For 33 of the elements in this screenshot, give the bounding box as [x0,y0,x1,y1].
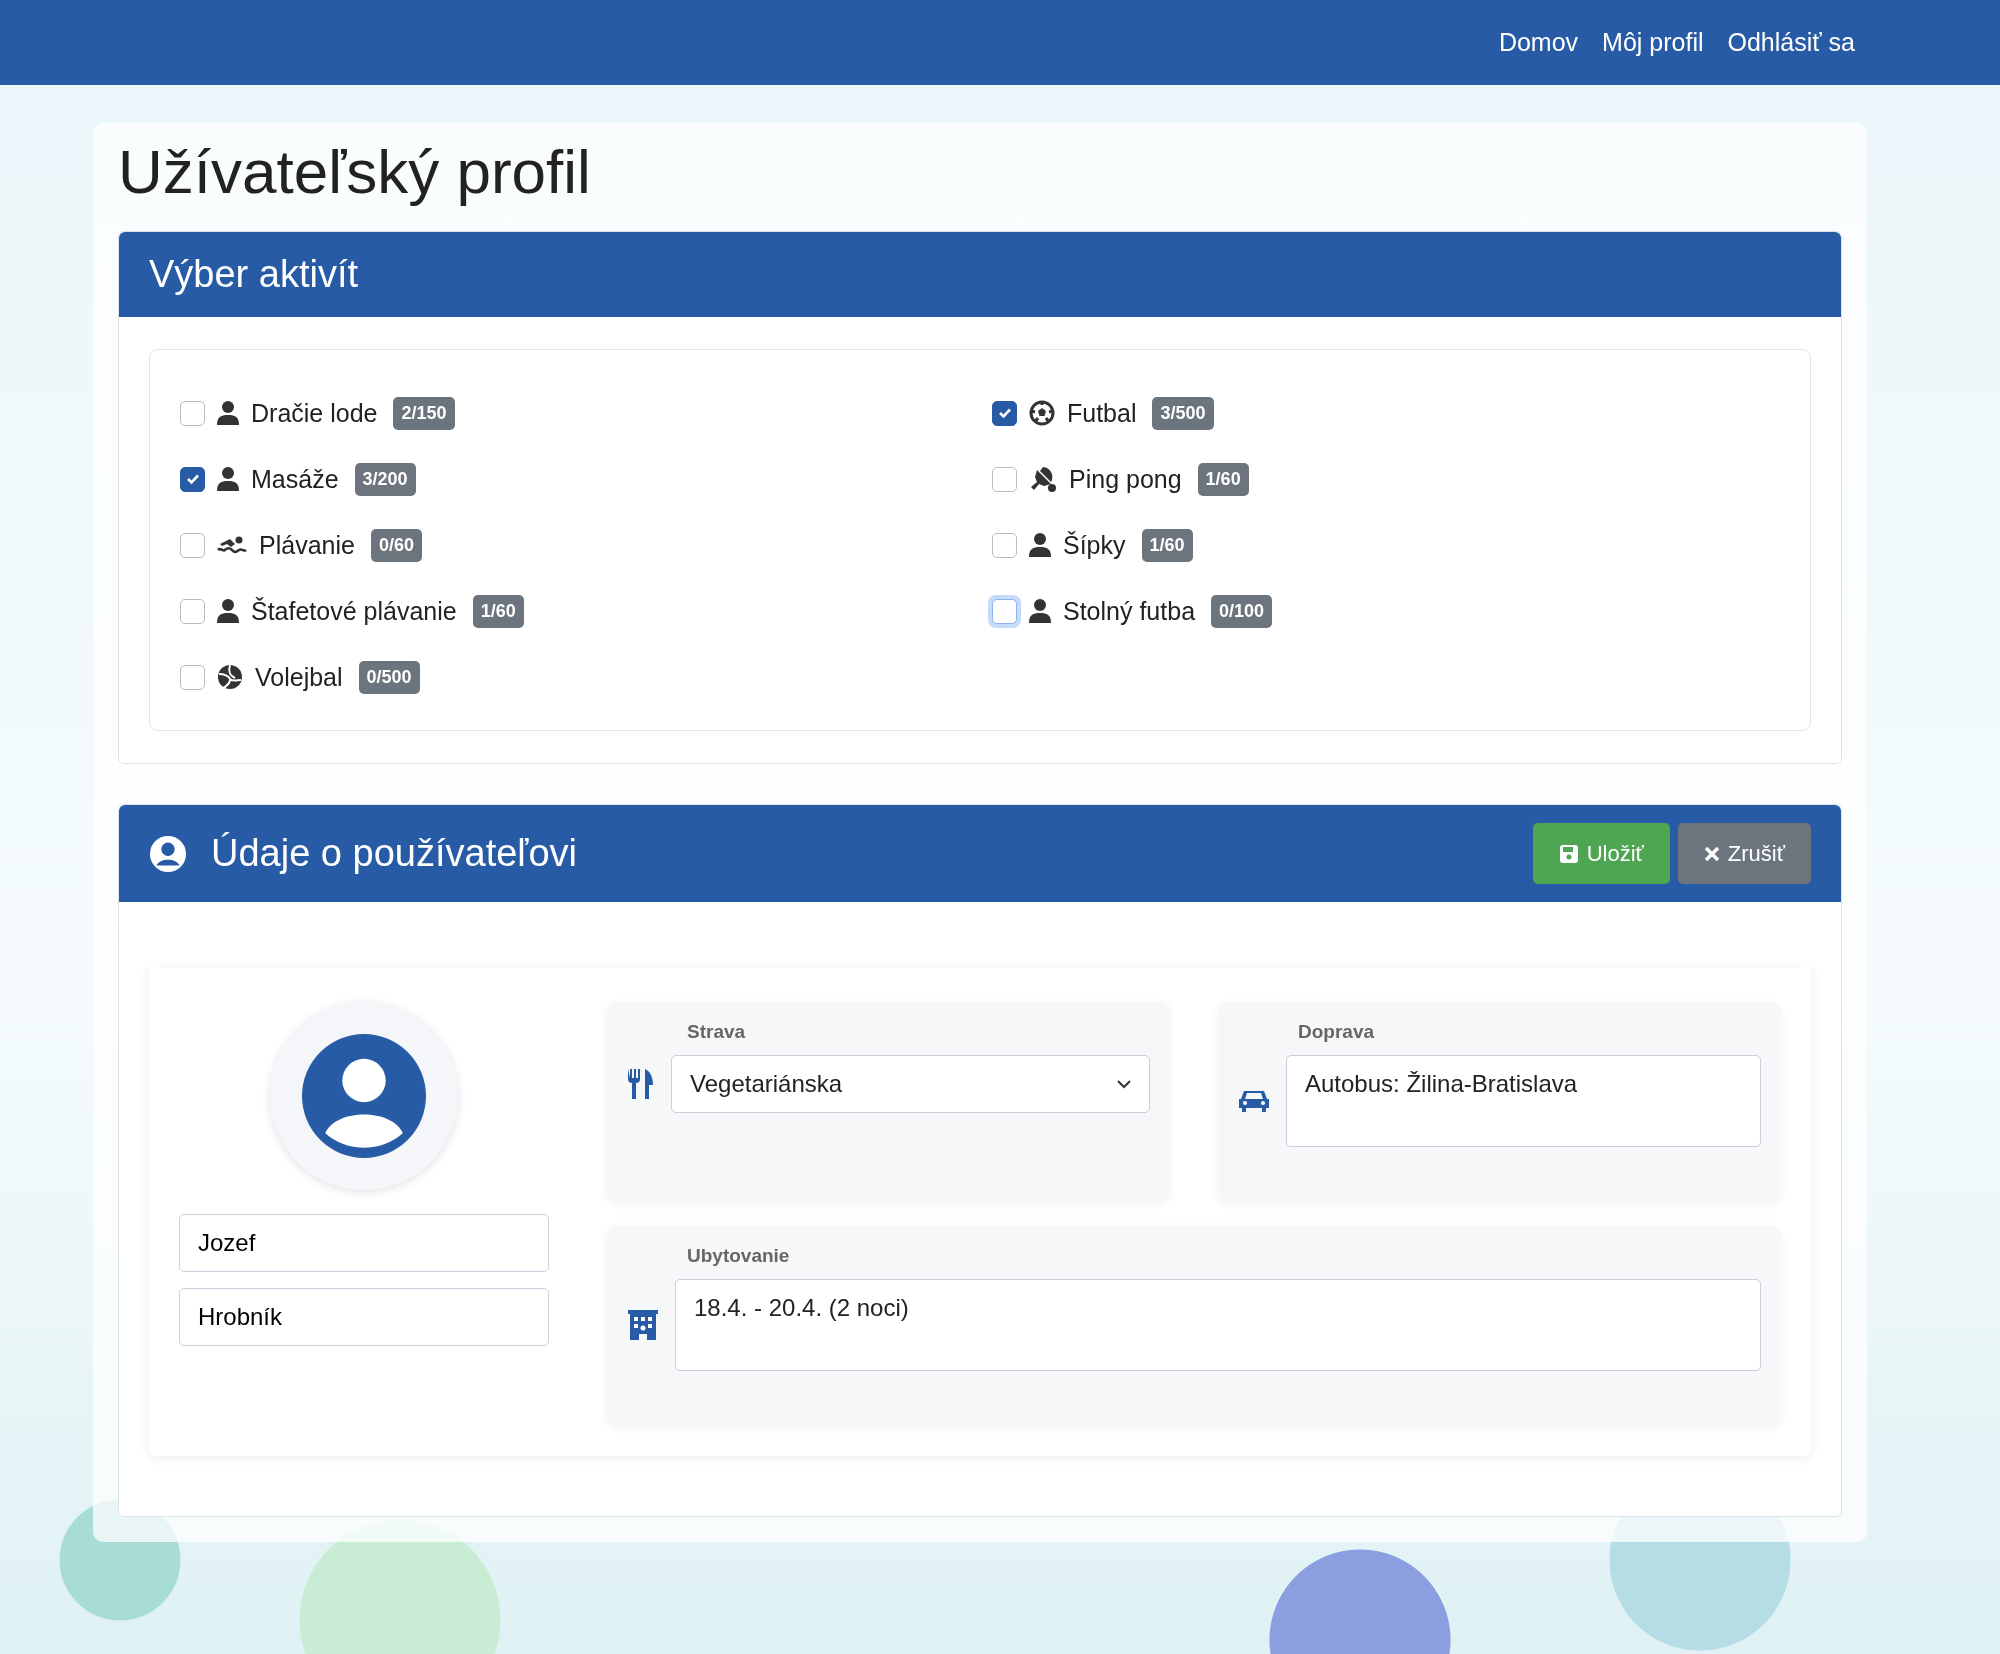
section-header: Výber aktivít [119,232,1841,318]
activity-label: Stolný futba [1063,595,1196,627]
activity-label: Štafetové plávanie [251,595,457,627]
transport-textarea[interactable]: Autobus: Žilina-Bratislava [1286,1054,1761,1147]
activity-label: Masáže [251,463,339,495]
capacity-count: 3/500 [1152,396,1214,430]
capacity-count: 1/60 [1197,462,1249,496]
field-label: Ubytovanie [687,1244,791,1269]
first-name-field[interactable]: Jozef [179,1214,549,1273]
capacity-count: 0/500 [358,660,420,694]
page-title: Užívateľský profil [118,136,592,208]
activity-label: Šípky [1063,529,1126,561]
capacity-count: 3/200 [354,462,416,496]
diet-select[interactable]: Vegetariánska [671,1054,1150,1113]
capacity-count: 1/60 [472,594,524,628]
capacity-count: 1/60 [1141,528,1193,562]
capacity-count: 0/100 [1211,594,1273,628]
last-name-field[interactable]: Hrobník [179,1288,549,1347]
activity-label: Dračie lode [251,397,378,429]
capacity-count: 2/150 [393,396,455,430]
activity-label: Plávanie [259,529,355,561]
activity-label: Futbal [1067,397,1137,429]
activity-label: Ping pong [1069,463,1182,495]
nav-link[interactable]: Môj profil [1602,23,1704,62]
field-label: Strava [687,1020,747,1045]
nav-link[interactable]: Domov [1498,23,1579,62]
nav-link[interactable]: Odhlásiť sa [1727,23,1855,62]
capacity-count: 0/60 [370,528,422,562]
field-label: Doprava [1298,1020,1376,1045]
activity-label: Volejbal [255,661,343,693]
section-title: Údaje o používateľovi [211,831,577,877]
accommodation-textarea[interactable]: 18.4. - 20.4. (2 noci) [675,1278,1761,1371]
cancel-button[interactable]: Zrušiť [1677,823,1811,885]
